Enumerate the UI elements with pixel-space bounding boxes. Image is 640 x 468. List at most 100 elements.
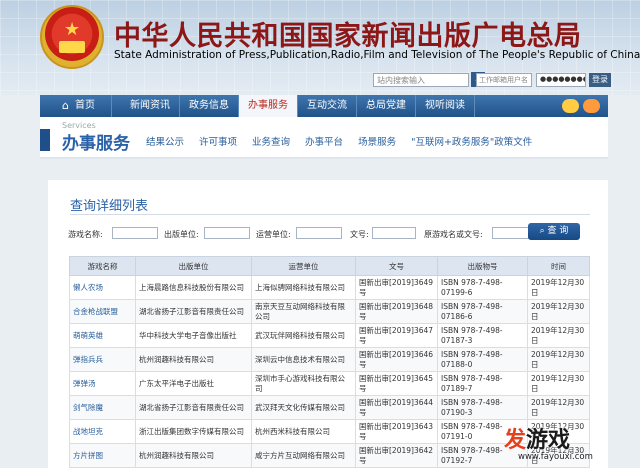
nav-av-reading[interactable]: 视听阅读 (416, 95, 475, 117)
cell-isbn: ISBN 978-7-498-07186-6 (437, 299, 528, 324)
operator-input[interactable] (296, 227, 342, 239)
subnav-link-scenario[interactable]: 场景服务 (358, 134, 396, 148)
cell-isbn: ISBN 978-7-498-07199-6 (437, 275, 528, 300)
cell-docno: 国新出审[2019]3648号 (355, 299, 438, 324)
cell-publisher: 华中科技大学电子音像出版社 (135, 323, 252, 348)
cell-publisher: 上海晨路信息科技股份有限公司 (135, 275, 252, 300)
national-emblem-icon: ★ (40, 5, 104, 69)
search-icon: ⌕ (539, 226, 548, 236)
publisher-input[interactable] (204, 227, 250, 239)
cell-date: 2019年12月30日 (527, 347, 590, 372)
subnav-link-results[interactable]: 结果公示 (146, 134, 184, 148)
nav-services[interactable]: 办事服务 (238, 95, 298, 117)
nav-label: 首页 (74, 100, 95, 111)
cell-isbn: ISBN 978-7-498-07189-7 (437, 371, 528, 396)
cell-game[interactable]: 合金枪战联盟 (69, 299, 136, 324)
cell-docno: 国新出审[2019]3644号 (355, 395, 438, 420)
subnav-link-platform[interactable]: 办事平台 (305, 134, 343, 148)
cell-publisher: 杭州润趣科技有限公司 (135, 347, 252, 372)
cell-game[interactable]: 弹弹汤 (69, 371, 136, 396)
cell-operator: 深圳市手心游戏科技有限公司 (251, 371, 356, 396)
cell-docno: 国新出审[2019]3645号 (355, 371, 438, 396)
cell-publisher: 杭州润趣科技有限公司 (135, 443, 252, 468)
cell-docno: 国新出审[2019]3647号 (355, 323, 438, 348)
cell-date: 2019年12月30日 (527, 299, 590, 324)
cell-publisher: 湖北省扬子江影音有限责任公司 (135, 299, 252, 324)
page-title: 查询详细列表 (70, 199, 149, 214)
filter-label-docno: 文号: (350, 230, 369, 239)
weibo-icon[interactable] (583, 99, 600, 113)
table-row: 合金枪战联盟 湖北省扬子江影音有限责任公司 南京天豆互动网络科技有限公司 国新出审[2… (69, 299, 590, 324)
cell-operator: 南京天豆互动网络科技有限公司 (251, 299, 356, 324)
cell-operator: 武汉拜天文化传媒有限公司 (251, 395, 356, 420)
table-header-row: 游戏名称 出版单位 运营单位 文号 出版物号 时间 (69, 256, 590, 276)
subnav-link-query[interactable]: 业务查询 (252, 134, 290, 148)
nav-interaction[interactable]: 互动交流 (298, 95, 357, 117)
table-row: 弹指兵兵 杭州润趣科技有限公司 深圳云中信息技术有限公司 国新出审[2019]3646… (69, 347, 590, 372)
subnav-link-permits[interactable]: 许可事项 (199, 134, 237, 148)
subnav-link-policy[interactable]: "互联网+政务服务"政策文件 (411, 134, 532, 148)
game-name-input[interactable] (112, 227, 158, 239)
col-publisher: 出版单位 (135, 256, 252, 276)
services-subnav: Services 办事服务 结果公示 许可事项 业务查询 办事平台 场景服务 "… (40, 117, 608, 159)
cell-docno: 国新出审[2019]3643号 (355, 419, 438, 444)
cell-docno: 国新出审[2019]3646号 (355, 347, 438, 372)
cell-operator: 深圳云中信息技术有限公司 (251, 347, 356, 372)
login-button[interactable]: 登录 (589, 73, 611, 87)
nav-news[interactable]: 新闻资讯 (112, 95, 180, 117)
cell-date: 2019年12月30日 (527, 395, 590, 420)
cell-date: 2019年12月30日 (527, 371, 590, 396)
cell-docno: 国新出审[2019]3649号 (355, 275, 438, 300)
wechat-icon[interactable] (562, 99, 579, 113)
filter-label-operator: 运营单位: (256, 230, 291, 239)
site-header: ★ 中华人民共和国国家新闻出版广电总局 State Administration… (0, 0, 640, 95)
main-nav: ⌂ 首页 新闻资讯 政务信息 办事服务 互动交流 总局党建 视听阅读 (40, 95, 608, 117)
filter-label-publisher: 出版单位: (164, 230, 199, 239)
cell-game[interactable]: 战地坦克 (69, 419, 136, 444)
cell-game[interactable]: 弹指兵兵 (69, 347, 136, 372)
col-operator: 运营单位 (251, 256, 356, 276)
cell-isbn: ISBN 978-7-498-07188-0 (437, 347, 528, 372)
cell-operator: 咸宁方片互动网络有限公司 (251, 443, 356, 468)
nav-party[interactable]: 总局党建 (357, 95, 416, 117)
nav-home[interactable]: ⌂ 首页 (40, 95, 112, 117)
site-title-en: State Administration of Press,Publicatio… (114, 49, 640, 61)
title-divider (70, 214, 590, 215)
col-date: 时间 (527, 256, 590, 276)
subnav-links: 结果公示 许可事项 业务查询 办事平台 场景服务 "互联网+政务服务"政策文件 (146, 134, 547, 148)
email-username-input[interactable]: 工作邮箱用户名 (476, 73, 532, 87)
nav-gov-info[interactable]: 政务信息 (180, 95, 239, 117)
star-icon: ★ (64, 19, 81, 40)
cell-docno: 国新出审[2019]3642号 (355, 443, 438, 468)
cell-game[interactable]: 萌萌英雄 (69, 323, 136, 348)
home-icon: ⌂ (62, 99, 69, 112)
cell-date: 2019年12月30日 (527, 323, 590, 348)
cell-operator: 武汉玩伴网络科技有限公司 (251, 323, 356, 348)
table-row: 懒人农场 上海晨路信息科技股份有限公司 上海似骋网络科技有限公司 国新出审[2019]… (69, 275, 590, 300)
watermark-url: www.fayouxi.com (518, 452, 593, 462)
email-password-input[interactable]: ●●●●●●●●● (536, 73, 586, 87)
cell-isbn: ISBN 978-7-498-07190-3 (437, 395, 528, 420)
cell-publisher: 广东太平洋电子出版社 (135, 371, 252, 396)
col-docno: 文号 (355, 256, 438, 276)
tiananmen-icon (59, 41, 85, 53)
cell-date: 2019年12月30日 (527, 275, 590, 300)
table-row: 弹弹汤 广东太平洋电子出版社 深圳市手心游戏科技有限公司 国新出审[2019]3645… (69, 371, 590, 396)
table-row: 萌萌英雄 华中科技大学电子音像出版社 武汉玩伴网络科技有限公司 国新出审[2019]3… (69, 323, 590, 348)
doc-no-input[interactable] (372, 227, 416, 239)
filter-bar: 游戏名称: 出版单位: 运营单位: 文号: 原游戏名或文号: (68, 226, 608, 244)
query-button[interactable]: ⌕ 查 询 (528, 223, 580, 240)
site-search-input[interactable]: 站内搜索输入 (373, 73, 469, 87)
cell-game[interactable]: 剑气除魔 (69, 395, 136, 420)
col-game: 游戏名称 (69, 256, 136, 276)
filter-label-game: 游戏名称: (68, 230, 103, 239)
cell-publisher: 浙江出版集团数字传媒有限公司 (135, 419, 252, 444)
cell-game[interactable]: 懒人农场 (69, 275, 136, 300)
table-row: 剑气除魔 湖北省扬子江影音有限责任公司 武汉拜天文化传媒有限公司 国新出审[2019]… (69, 395, 590, 420)
query-label: 查 询 (547, 226, 569, 236)
section-accent-bar (40, 129, 50, 151)
cell-publisher: 湖北省扬子江影音有限责任公司 (135, 395, 252, 420)
section-title-cn: 办事服务 (62, 134, 130, 154)
cell-operator: 上海似骋网络科技有限公司 (251, 275, 356, 300)
cell-game[interactable]: 方片拼图 (69, 443, 136, 468)
